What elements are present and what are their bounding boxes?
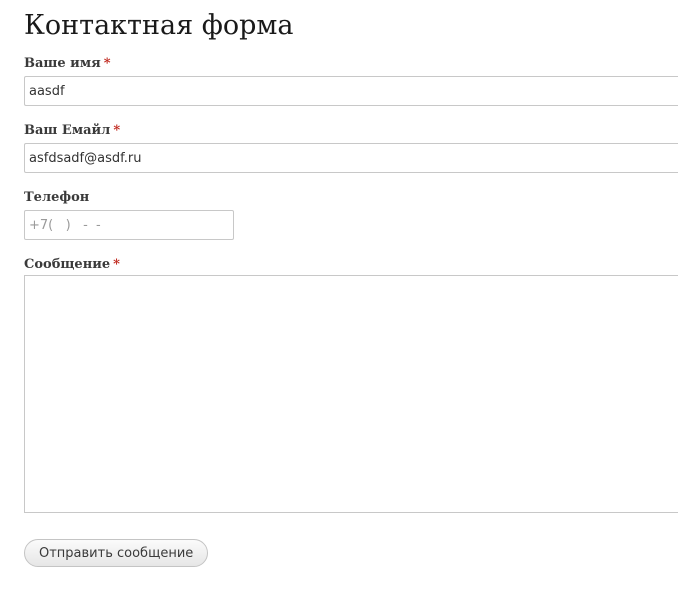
message-textarea[interactable] (24, 275, 678, 513)
message-required-mark: * (113, 257, 120, 272)
name-label: Ваше имя * (24, 56, 111, 72)
phone-input[interactable] (24, 210, 234, 240)
email-label-text: Ваш Емайл (24, 123, 111, 138)
email-input[interactable] (24, 143, 678, 173)
name-label-text: Ваше имя (24, 56, 101, 71)
phone-label-text: Телефон (24, 190, 90, 205)
email-label: Ваш Емайл * (24, 123, 120, 139)
email-required-mark: * (113, 123, 121, 138)
name-required-mark: * (103, 56, 111, 71)
message-label-text: Сообщение (24, 257, 111, 272)
phone-label: Телефон (24, 190, 89, 206)
message-label: Сообщение * (24, 257, 120, 273)
page-title: Контактная форма (24, 10, 294, 41)
name-input[interactable] (24, 76, 678, 106)
submit-button[interactable]: Отправить сообщение (24, 539, 209, 567)
